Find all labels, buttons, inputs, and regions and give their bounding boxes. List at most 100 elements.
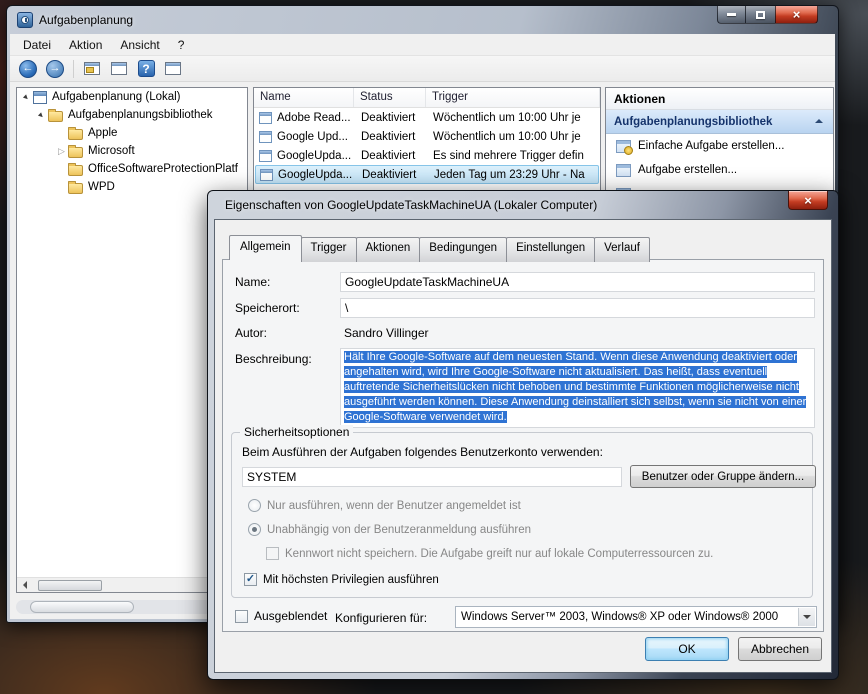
task-icon — [259, 131, 272, 143]
minimize-icon — [727, 13, 736, 16]
cancel-button[interactable]: Abbrechen — [738, 637, 822, 661]
folder-icon — [68, 165, 83, 176]
column-header-status[interactable]: Status — [354, 88, 426, 107]
tab-trigger[interactable]: Trigger — [301, 237, 357, 262]
task-row-adobe[interactable]: Adobe Read... Deaktiviert Wöchentlich um… — [255, 108, 599, 127]
folder-icon — [68, 183, 83, 194]
account-hint-label: Beim Ausführen der Aufgaben folgendes Be… — [242, 445, 603, 459]
forward-icon: → — [46, 60, 64, 78]
minimize-button[interactable] — [717, 6, 746, 24]
window-titlebar[interactable]: Aufgabenplanung × — [7, 6, 838, 34]
dialog-body: Allgemein Trigger Aktionen Bedingungen E… — [214, 219, 832, 673]
radio-logged-in-label: Nur ausführen, wenn der Benutzer angemel… — [267, 500, 521, 512]
action-create-task[interactable]: Aufgabe erstellen... — [606, 158, 833, 182]
security-group-title: Sicherheitsoptionen — [240, 425, 353, 439]
task-status: Deaktiviert — [355, 150, 427, 162]
location-field[interactable]: \ — [340, 298, 815, 318]
task-trigger: Jeden Tag um 23:29 Uhr - Na — [428, 169, 598, 181]
checkbox-row-no-password: Kennwort nicht speichern. Die Aufgabe gr… — [266, 547, 713, 560]
task-trigger: Wöchentlich um 10:00 Uhr je — [427, 112, 599, 124]
tree-item-apple[interactable]: Apple — [17, 124, 247, 142]
dialog-title: Eigenschaften von GoogleUpdateTaskMachin… — [225, 198, 597, 212]
maximize-icon — [756, 11, 765, 19]
task-icon — [260, 169, 273, 181]
radio-independent-label: Unabhängig von der Benutzeranmeldung aus… — [267, 524, 531, 536]
tab-einstellungen[interactable]: Einstellungen — [506, 237, 595, 262]
ok-button[interactable]: OK — [645, 637, 729, 661]
close-button[interactable]: × — [775, 6, 818, 24]
forward-button[interactable]: → — [43, 58, 67, 80]
radio-logged-in — [248, 499, 261, 512]
export-list-icon — [165, 62, 181, 75]
tab-aktionen[interactable]: Aktionen — [356, 237, 421, 262]
actions-group-header[interactable]: Aufgabenplanungsbibliothek — [606, 110, 833, 134]
tab-bedingungen[interactable]: Bedingungen — [419, 237, 507, 262]
radio-row-independent: Unabhängig von der Benutzeranmeldung aus… — [248, 523, 531, 536]
action-label: Aufgabe erstellen... — [638, 164, 737, 176]
name-field[interactable]: GoogleUpdateTaskMachineUA — [340, 272, 815, 292]
description-field[interactable]: Hält Ihre Google-Software auf dem neuest… — [340, 348, 815, 428]
menu-help[interactable]: ? — [169, 35, 194, 55]
configure-for-dropdown[interactable]: Windows Server™ 2003, Windows® XP oder W… — [455, 606, 817, 628]
dialog-button-row: OK Abbrechen — [645, 637, 822, 661]
dialog-close-button[interactable]: × — [788, 191, 828, 210]
tree-item-label: Apple — [88, 127, 117, 139]
scrollbar-thumb[interactable] — [38, 580, 102, 591]
checkbox-highest-privileges-checked[interactable]: ✓ — [244, 573, 257, 586]
column-header-name[interactable]: Name — [254, 88, 354, 107]
tree-item-microsoft[interactable]: Microsoft — [17, 142, 247, 160]
horizontal-scrollbar-thumb[interactable] — [30, 601, 134, 613]
checkbox-row-privileges: ✓ Mit höchsten Privilegien ausführen — [244, 573, 439, 586]
scroll-left-arrow-icon[interactable] — [17, 578, 32, 593]
folder-icon — [68, 147, 83, 158]
properties-button[interactable] — [107, 58, 131, 80]
task-name-cell: Google Upd... — [255, 131, 355, 143]
tab-verlauf[interactable]: Verlauf — [594, 237, 650, 262]
help-button[interactable]: ? — [134, 58, 158, 80]
tab-allgemein[interactable]: Allgemein — [229, 235, 302, 260]
window-title: Aufgabenplanung — [39, 13, 133, 27]
task-name: Google Upd... — [277, 131, 348, 143]
menu-ansicht[interactable]: Ansicht — [111, 35, 168, 55]
window-controls: × — [717, 6, 818, 24]
checkbox-hidden[interactable] — [235, 610, 248, 623]
task-row-google-update-2[interactable]: GoogleUpda... Deaktiviert Es sind mehrer… — [255, 146, 599, 165]
task-scheduler-icon — [17, 12, 33, 28]
scrollbar-track[interactable] — [32, 578, 232, 593]
expander-open-icon[interactable] — [35, 110, 48, 121]
maximize-button[interactable] — [746, 6, 775, 24]
expander-open-icon[interactable] — [20, 92, 33, 103]
column-header-trigger[interactable]: Trigger — [426, 88, 600, 107]
checkmark-icon: ✓ — [246, 572, 255, 585]
task-row-google-update-1[interactable]: Google Upd... Deaktiviert Wöchentlich um… — [255, 127, 599, 146]
back-button[interactable]: ← — [16, 58, 40, 80]
export-list-button[interactable] — [161, 58, 185, 80]
tree-item-label: Aufgabenplanung (Lokal) — [52, 91, 181, 103]
dropdown-arrow-icon[interactable] — [798, 608, 815, 626]
account-field[interactable]: SYSTEM — [242, 467, 622, 487]
menu-aktion[interactable]: Aktion — [60, 35, 111, 55]
task-status: Deaktiviert — [355, 112, 427, 124]
properties-dialog: Eigenschaften von GoogleUpdateTaskMachin… — [207, 190, 839, 680]
menu-datei[interactable]: Datei — [14, 35, 60, 55]
task-scheduler-node-icon — [33, 91, 47, 104]
tree-item-aufgabenplanung-lokal[interactable]: Aufgabenplanung (Lokal) — [17, 88, 247, 106]
task-row-google-update-ua-selected[interactable]: GoogleUpda... Deaktiviert Jeden Tag um 2… — [255, 165, 599, 184]
tree-item-officesoftware[interactable]: OfficeSoftwareProtectionPlatf — [17, 160, 247, 178]
change-user-button[interactable]: Benutzer oder Gruppe ändern... — [630, 465, 816, 488]
menu-bar: Datei Aktion Ansicht ? — [10, 34, 835, 56]
folder-icon — [48, 111, 63, 122]
action-create-basic-task[interactable]: Einfache Aufgabe erstellen... — [606, 134, 833, 158]
security-options-group: Sicherheitsoptionen Beim Ausführen der A… — [231, 432, 813, 598]
checkbox-privileges-label: Mit höchsten Privilegien ausführen — [263, 574, 439, 586]
show-console-tree-button[interactable] — [80, 58, 104, 80]
properties-icon — [111, 62, 127, 75]
tree-item-label: Aufgabenplanungsbibliothek — [68, 109, 213, 121]
dialog-titlebar[interactable]: Eigenschaften von GoogleUpdateTaskMachin… — [208, 191, 838, 219]
task-trigger: Wöchentlich um 10:00 Uhr je — [427, 131, 599, 143]
tree-item-bibliothek[interactable]: Aufgabenplanungsbibliothek — [17, 106, 247, 124]
hidden-checkbox-label: Ausgeblendet — [254, 609, 327, 623]
expander-closed-icon[interactable] — [55, 146, 68, 157]
task-name: GoogleUpda... — [277, 150, 351, 162]
tree-item-label: WPD — [88, 181, 115, 193]
